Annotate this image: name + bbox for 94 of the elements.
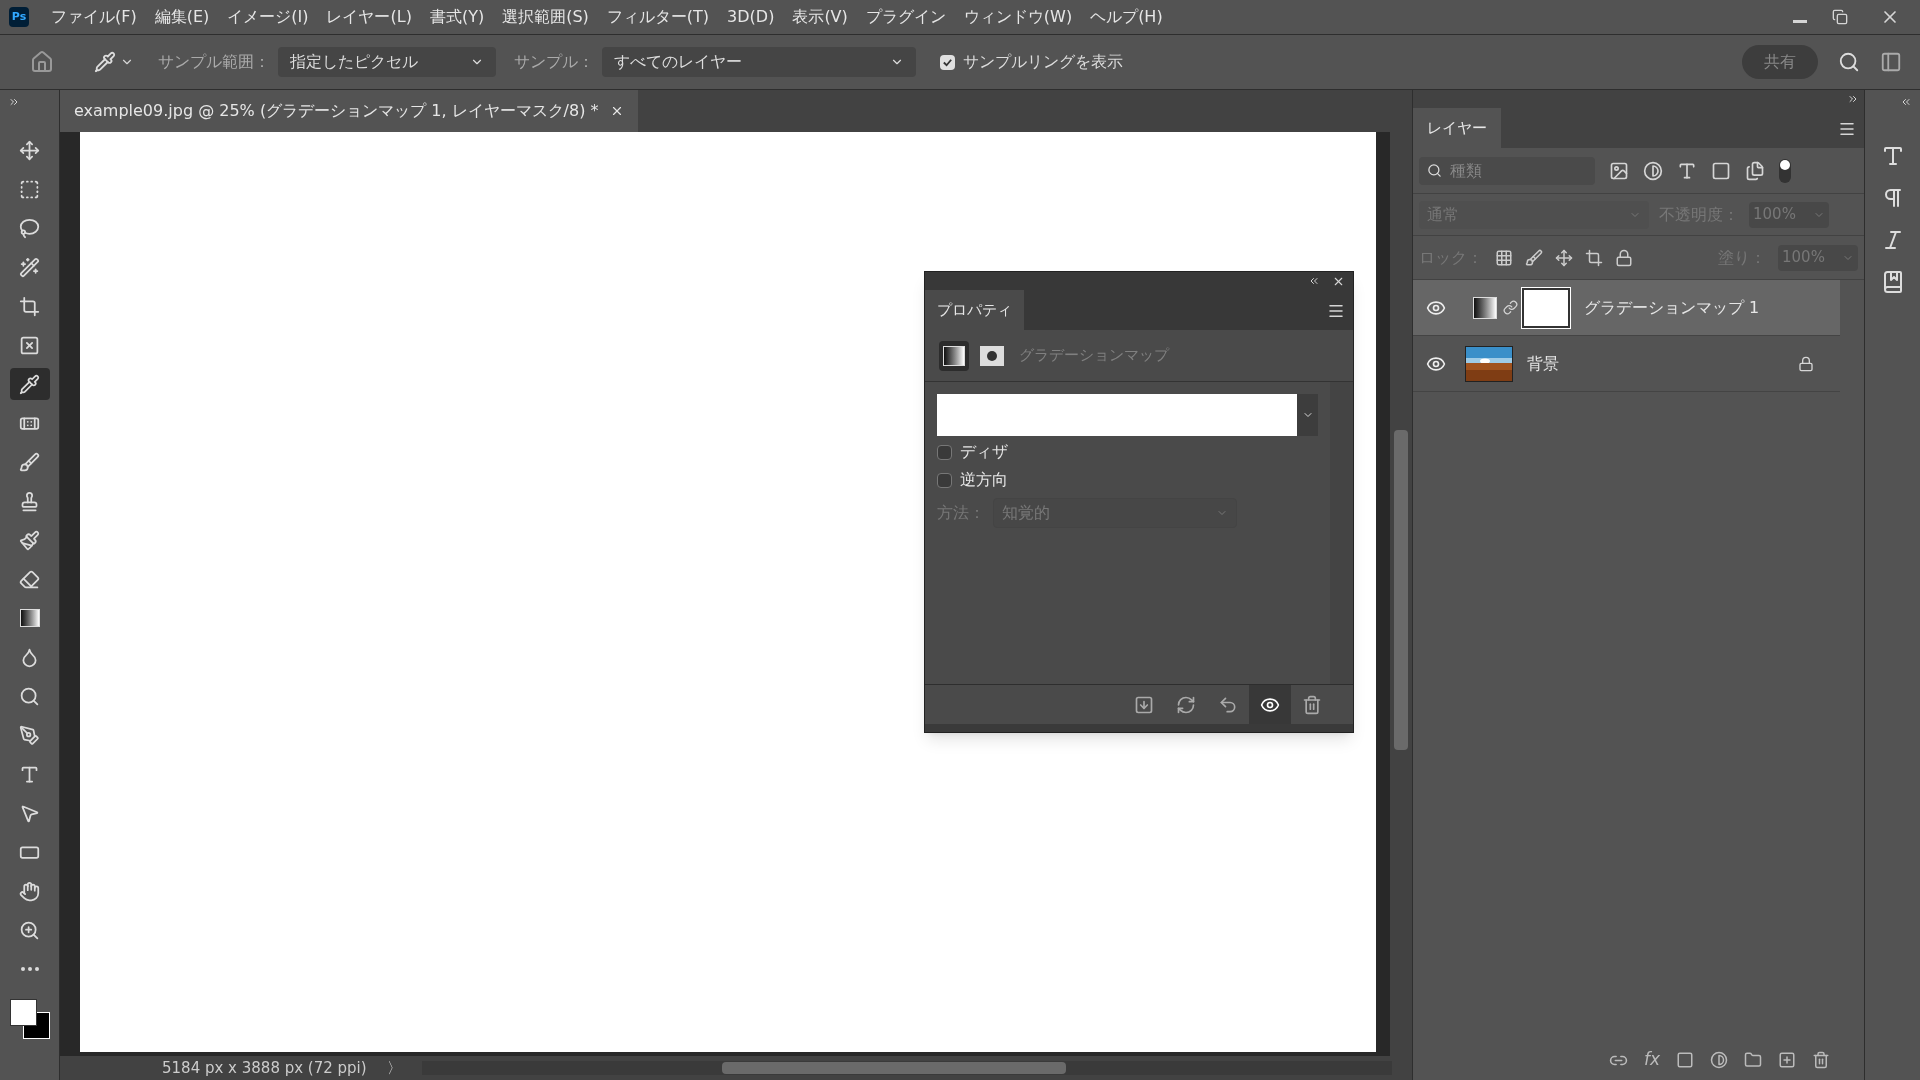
crop-icon <box>19 295 40 317</box>
frame-icon <box>19 334 40 356</box>
collapse-icon <box>1308 275 1320 287</box>
shape-icon <box>1711 160 1731 181</box>
paintbrush-icon <box>19 529 40 551</box>
mask-thumbnail[interactable] <box>1522 287 1570 328</box>
stamp-icon <box>19 490 40 512</box>
layer-name: 背景 <box>1527 352 1559 375</box>
fx-button[interactable]: fx <box>1643 1047 1660 1073</box>
menu-icon <box>1838 120 1856 138</box>
menu-item[interactable]: ファイル(F) <box>51 5 137 29</box>
layers-tab[interactable]: レイヤー <box>1413 108 1501 148</box>
sample-range-dropdown[interactable]: 指定したピクセル <box>278 47 496 77</box>
tool-button[interactable] <box>9 368 50 400</box>
image-icon <box>1609 160 1629 181</box>
checkbox[interactable] <box>937 472 952 488</box>
menu-item[interactable]: プラグイン <box>865 5 946 29</box>
filter-placeholder: 種類 <box>1450 159 1482 182</box>
document-dimensions: 5184 px x 3888 px (72 ppi) <box>162 1057 367 1079</box>
gradient-icon <box>19 609 40 627</box>
checkbox[interactable] <box>937 444 952 460</box>
menu-item[interactable]: ウィンドウ(W) <box>963 5 1073 29</box>
crop-icon <box>1585 248 1603 267</box>
expand-icon <box>1847 93 1859 105</box>
resize-grip[interactable] <box>925 724 1353 732</box>
color-swatches-drawing[interactable] <box>9 999 50 1039</box>
layer-row[interactable]: グラデーションマップ 1 <box>1413 280 1840 336</box>
layer-row[interactable]: 背景 <box>1413 336 1840 392</box>
move-icon <box>1555 248 1573 267</box>
new-layer-icon <box>1778 1051 1796 1069</box>
sample-label: サンプル： <box>514 51 594 73</box>
trash-icon <box>1302 694 1322 715</box>
search-icon <box>1427 163 1442 178</box>
search-icon <box>1838 51 1860 73</box>
gradient-mode-button[interactable] <box>939 340 969 371</box>
gradient-map-thumbnail <box>1473 296 1497 319</box>
checkbox-label: ディザ <box>960 441 1008 463</box>
minimize-icon <box>1793 19 1807 23</box>
home-icon <box>30 50 54 74</box>
menu-item[interactable]: 編集(E) <box>154 5 210 29</box>
collapse-icon <box>1900 96 1912 108</box>
lock-icon <box>1615 248 1633 267</box>
more-icon <box>20 967 39 971</box>
app-logo: Ps <box>9 7 29 27</box>
brush-icon <box>1525 248 1543 267</box>
menu-item[interactable]: ヘルプ(H) <box>1090 5 1163 29</box>
menu-item[interactable]: 3D(D) <box>727 5 775 29</box>
eyedropper-icon <box>19 373 40 395</box>
sample-dropdown[interactable]: すべてのレイヤー <box>602 47 916 77</box>
horizontal-scrollbar[interactable] <box>421 1061 1392 1075</box>
move-icon <box>19 139 40 161</box>
layer-name: グラデーションマップ 1 <box>1584 296 1760 319</box>
status-arrow[interactable]: 〉 <box>386 1056 402 1080</box>
scroll-thumb[interactable] <box>721 1062 1066 1074</box>
menu-item[interactable]: レイヤー(L) <box>326 5 412 29</box>
eyedropper-icon <box>94 51 116 73</box>
gradient-icon <box>943 345 965 366</box>
chain-icon <box>1503 300 1518 315</box>
brush-icon <box>19 451 40 473</box>
workspace-icon <box>1880 51 1902 73</box>
menu-icon <box>1327 302 1345 320</box>
menu-item[interactable]: イメージ(I) <box>227 5 309 29</box>
lasso-icon <box>19 217 40 239</box>
contrast-icon <box>1710 1051 1728 1069</box>
restore-icon <box>1832 9 1848 25</box>
checkbox-label: 逆方向 <box>960 469 1008 491</box>
sample-ring-label: サンプルリングを表示 <box>963 51 1123 73</box>
wand-icon <box>19 256 40 278</box>
trash-icon <box>1812 1051 1830 1069</box>
grid-icon <box>1495 248 1513 267</box>
eraser-icon <box>19 568 40 590</box>
document-tab[interactable]: example09.jpg @ 25% (グラデーションマップ 1, レイヤーマスク/8) * <box>60 90 639 132</box>
sample-range-label: サンプル範囲： <box>158 51 270 73</box>
folder-icon <box>1744 1051 1762 1069</box>
check-icon <box>942 56 953 68</box>
properties-tab[interactable]: プロパティ <box>925 290 1024 330</box>
sample-ring-checkbox[interactable] <box>940 54 955 70</box>
filter-toggle[interactable] <box>1779 158 1791 183</box>
undo-icon <box>1218 694 1238 715</box>
pen-icon <box>19 724 40 746</box>
zoom-icon <box>19 919 40 941</box>
menu-item[interactable]: フィルター(T) <box>606 5 710 29</box>
refresh-icon <box>1176 694 1196 715</box>
menu-item[interactable]: 選択範囲(S) <box>502 5 589 29</box>
marquee-icon <box>19 178 40 200</box>
contrast-icon <box>1643 160 1663 181</box>
expand-icon <box>8 96 20 108</box>
document-tab-title: example09.jpg @ 25% (グラデーションマップ 1, レイヤーマスク/8) * <box>74 100 599 122</box>
hand-icon <box>19 880 40 902</box>
scroll-thumb[interactable] <box>1394 430 1408 750</box>
files-icon <box>1745 160 1765 181</box>
menu-item[interactable]: 書式(Y) <box>429 5 485 29</box>
menu-item[interactable]: 表示(V) <box>792 5 848 29</box>
footer-button[interactable] <box>1249 684 1291 725</box>
